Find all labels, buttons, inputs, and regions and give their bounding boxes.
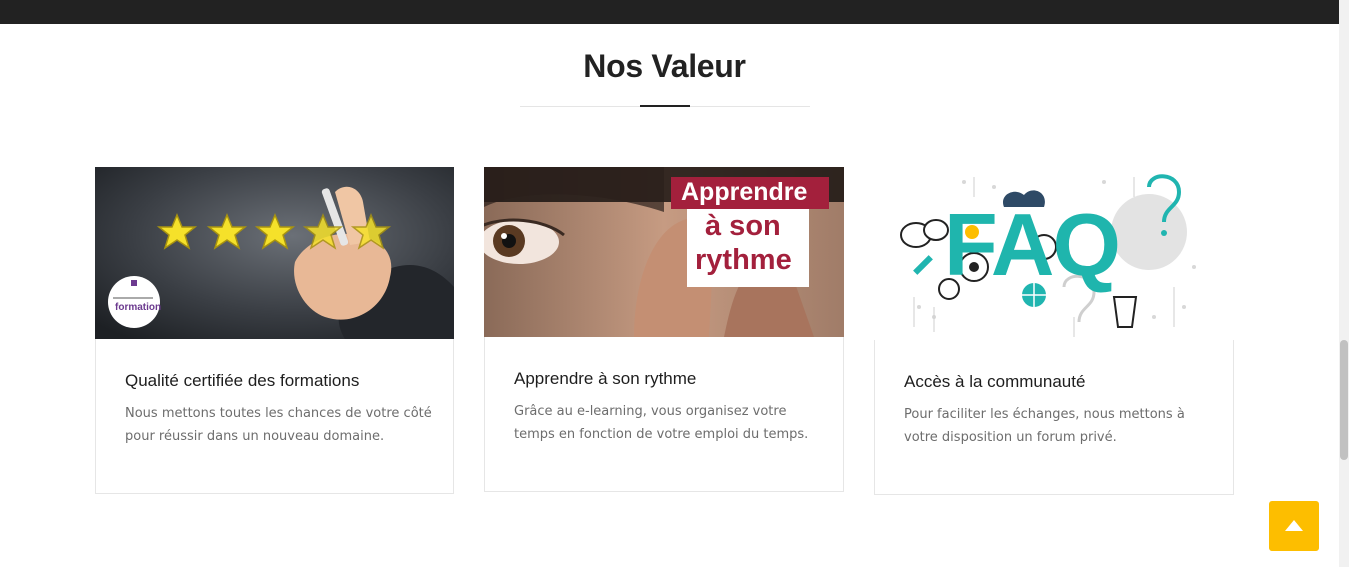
section-title: Nos Valeur bbox=[583, 48, 746, 84]
card-title: Qualité certifiée des formations bbox=[125, 371, 360, 390]
value-card-pace: Apprendre à son rythme Apprendre à son r… bbox=[484, 167, 844, 492]
value-card-community: FAQ Accès à la communauté Pour faciliter… bbox=[874, 167, 1234, 495]
title-divider-accent bbox=[640, 105, 690, 107]
scroll-to-top-button[interactable] bbox=[1269, 501, 1319, 551]
banner-line-1: Apprendre bbox=[681, 178, 808, 206]
banner-line-2: à son bbox=[705, 210, 781, 242]
card-description: Grâce au e-learning, vous organisez votr… bbox=[514, 404, 809, 442]
page-scrollbar[interactable] bbox=[1339, 0, 1349, 567]
logo-text: formation bbox=[115, 302, 162, 313]
top-header-bar bbox=[0, 0, 1339, 24]
stars-rating-image: formation bbox=[95, 167, 454, 339]
card-title: Apprendre à son rythme bbox=[514, 369, 697, 388]
scrollbar-thumb[interactable] bbox=[1340, 340, 1348, 460]
value-card-quality: formation Qualité certifiée des formatio… bbox=[95, 167, 454, 494]
banner-line-3: rythme bbox=[695, 244, 792, 276]
faq-image: FAQ bbox=[874, 167, 1234, 340]
card-title: Accès à la communauté bbox=[904, 372, 1086, 391]
card-description: Pour faciliter les échanges, nous metton… bbox=[904, 407, 1185, 445]
faq-text: FAQ bbox=[944, 195, 1121, 294]
arrow-up-icon bbox=[1285, 520, 1303, 531]
eye-learning-image: Apprendre à son rythme bbox=[484, 167, 844, 337]
card-description: Nous mettons toutes les chances de votre… bbox=[125, 406, 432, 444]
